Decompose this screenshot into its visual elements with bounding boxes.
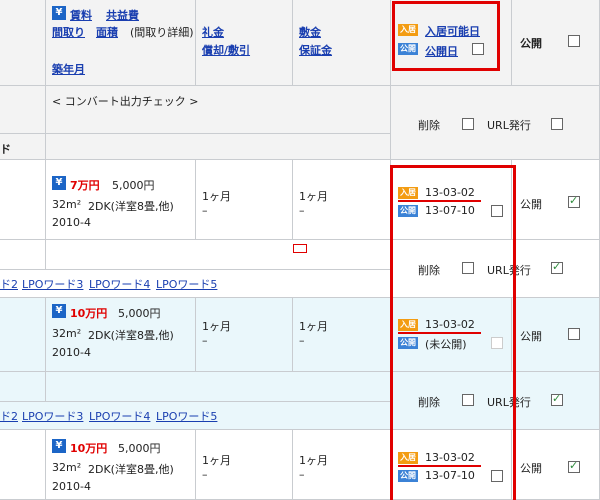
key-money-sort-link[interactable]: 礼金 (202, 24, 224, 40)
common-fee-sort-link[interactable]: 共益費 (106, 7, 139, 23)
lpo-link-5[interactable]: LPOワード5 (156, 276, 217, 292)
header-key-money-cell: 礼金 償却/敷引 (196, 0, 293, 86)
row2-fee: 5,000円 (118, 307, 161, 320)
row2-left-cell (0, 298, 46, 372)
layout-detail-label: (間取り詳細) (130, 26, 194, 39)
row2-sub-left-cell (0, 372, 46, 402)
row3-key-money-cell: 1ヶ月 – (196, 430, 293, 500)
row2-public-label: 公開 (520, 330, 542, 343)
row1-sub-left-cell (0, 240, 46, 270)
header-left-cell-3: ド (0, 134, 46, 160)
rows-dates-highlight (390, 165, 516, 500)
delete-all-checkbox[interactable] (462, 118, 474, 130)
public-header-label: 公開 (520, 37, 542, 50)
row1-security: – (299, 204, 305, 217)
row2-price: 10万円 (70, 307, 108, 320)
header-blank-cell-3 (46, 134, 391, 160)
row2-deposit: 1ヶ月 (299, 320, 328, 333)
row2-lpo-cell: ド2 LPOワード3 LPOワード4 LPOワード5 (0, 402, 391, 430)
yen-icon: ¥ (52, 6, 66, 20)
row3-left-cell (0, 430, 46, 500)
row1-key-money: 1ヶ月 (202, 190, 231, 203)
row2-area: 32m² (52, 327, 82, 340)
lpo-link-2[interactable]: ド2 (0, 276, 18, 292)
row2-sub-blank-cell (46, 372, 391, 402)
cut-off-label: ド (0, 143, 11, 156)
row2-built: 2010-4 (52, 346, 91, 359)
lpo-link-4[interactable]: LPOワード4 (89, 276, 150, 292)
lpo-link-5[interactable]: LPOワード5 (156, 408, 217, 424)
row3-public-label: 公開 (520, 462, 542, 475)
row1-deposit-dep: – (202, 204, 208, 217)
row1-public-checkbox[interactable] (568, 194, 580, 208)
row2-public-checkbox[interactable] (568, 328, 580, 340)
delete-header-label: 削除 (418, 119, 440, 132)
row1-marker-box (293, 244, 307, 253)
row2-rent-cell: ¥ 10万円 5,000円 32m² 2DK(洋室8畳,他) 2010-4 (46, 298, 196, 372)
lpo-link-3[interactable]: LPOワード3 (22, 408, 83, 424)
header-actions-cell: 削除 URL発行 (391, 86, 600, 160)
public-all-checkbox[interactable] (568, 35, 580, 47)
convert-check-cell: < コンバート出力チェック > (46, 86, 391, 134)
header-dates-highlight (392, 1, 500, 71)
row1-deposit: 1ヶ月 (299, 190, 328, 203)
row3-public-cell: 公開 (512, 430, 600, 500)
row3-rent-cell: ¥ 10万円 5,000円 32m² 2DK(洋室8畳,他) 2010-4 (46, 430, 196, 500)
row3-price: 10万円 (70, 442, 108, 455)
row2-security: – (299, 334, 305, 347)
row3-key-money: 1ヶ月 (202, 454, 231, 467)
row1-left-cell (0, 160, 46, 240)
row3-public-checkbox[interactable] (568, 459, 580, 473)
row2-layout: 2DK(洋室8畳,他) (88, 329, 174, 342)
row2-deposit-dep: – (202, 334, 208, 347)
header-left-cell-2 (0, 86, 46, 134)
row1-layout: 2DK(洋室8畳,他) (88, 200, 174, 213)
header-left-cell (0, 0, 46, 86)
row1-deposit-cell: 1ヶ月 – (293, 160, 391, 240)
lpo-link-3[interactable]: LPOワード3 (22, 276, 83, 292)
header-rent-cell: ¥ 賃料 共益費 間取り 面積 (間取り詳細) 築年月 (46, 0, 196, 86)
security-sort-link[interactable]: 保証金 (299, 42, 332, 58)
row1-built: 2010-4 (52, 216, 91, 229)
url-issue-all-checkbox[interactable] (551, 118, 563, 130)
row3-fee: 5,000円 (118, 442, 161, 455)
row1-url-issue-checkbox[interactable] (551, 260, 563, 274)
row3-deposit-cell: 1ヶ月 – (293, 430, 391, 500)
lpo-link-2[interactable]: ド2 (0, 408, 18, 424)
row1-area: 32m² (52, 198, 82, 211)
area-sort-link[interactable]: 面積 (96, 24, 118, 40)
row3-area: 32m² (52, 461, 82, 474)
convert-check-label: < コンバート出力チェック > (52, 95, 199, 108)
row1-public-cell: 公開 (512, 160, 600, 240)
row2-key-money-cell: 1ヶ月 – (196, 298, 293, 372)
row3-security: – (299, 468, 305, 481)
yen-icon: ¥ (52, 304, 66, 318)
row3-built: 2010-4 (52, 480, 91, 493)
built-sort-link[interactable]: 築年月 (52, 61, 85, 77)
row2-public-cell: 公開 (512, 298, 600, 372)
deposit-sort-link[interactable]: 敷金 (299, 24, 321, 40)
row1-lpo-cell: ド2 LPOワード3 LPOワード4 LPOワード5 (0, 270, 391, 298)
url-issue-header-label: URL発行 (487, 119, 531, 132)
row3-deposit-dep: – (202, 468, 208, 481)
header-public-cell: 公開 (512, 0, 600, 86)
row1-key-money-cell: 1ヶ月 – (196, 160, 293, 240)
row2-key-money: 1ヶ月 (202, 320, 231, 333)
deposit-dep-sort-link[interactable]: 償却/敷引 (202, 42, 250, 58)
row1-public-label: 公開 (520, 198, 542, 211)
row3-layout: 2DK(洋室8畳,他) (88, 463, 174, 476)
row2-url-issue-checkbox[interactable] (551, 392, 563, 406)
lpo-link-4[interactable]: LPOワード4 (89, 408, 150, 424)
row1-sub-blank-cell (46, 240, 391, 270)
header-deposit-cell: 敷金 保証金 (293, 0, 391, 86)
yen-icon: ¥ (52, 439, 66, 453)
rent-sort-link[interactable]: 賃料 (70, 7, 92, 23)
row1-rent-cell: ¥ 7万円 5,000円 32m² 2DK(洋室8畳,他) 2010-4 (46, 160, 196, 240)
row2-deposit-cell: 1ヶ月 – (293, 298, 391, 372)
row3-deposit: 1ヶ月 (299, 454, 328, 467)
layout-sort-link[interactable]: 間取り (52, 24, 85, 40)
row1-price: 7万円 (70, 179, 100, 192)
row1-fee: 5,000円 (112, 179, 155, 192)
yen-icon: ¥ (52, 176, 66, 190)
